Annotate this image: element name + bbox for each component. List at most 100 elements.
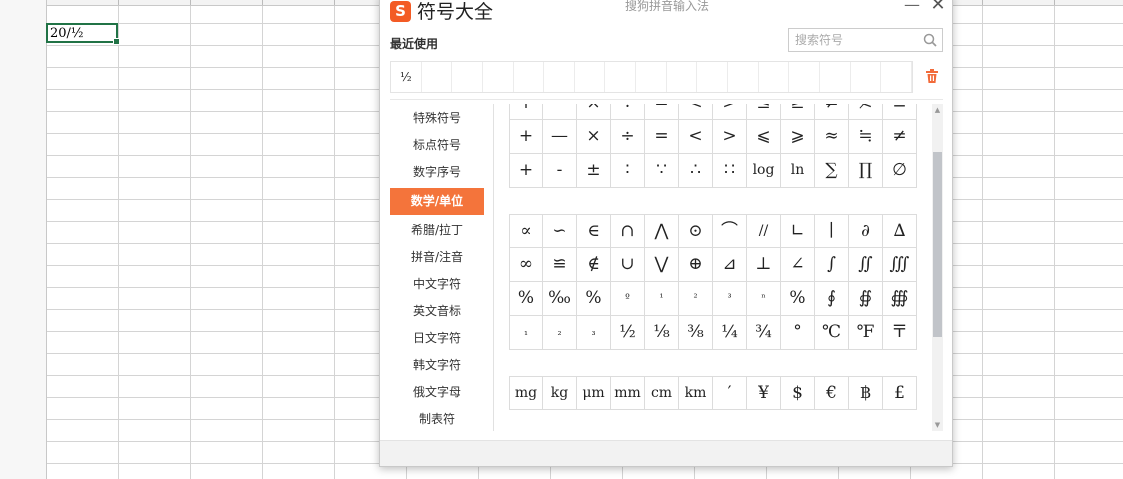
recent-symbol-cell[interactable] <box>789 62 820 92</box>
symbol-cell[interactable]: × <box>577 120 611 154</box>
symbol-cell[interactable]: ∑ <box>815 154 849 188</box>
symbol-cell[interactable]: ° <box>781 316 815 350</box>
recent-symbol-cell[interactable] <box>636 62 667 92</box>
symbol-cell[interactable]: ≠ <box>883 120 917 154</box>
recent-symbol-cell[interactable] <box>544 62 575 92</box>
scrollbar[interactable]: ▲ ▼ <box>932 104 943 431</box>
category-item[interactable]: 标点符号 <box>390 132 484 159</box>
symbol-cell[interactable]: ÷ <box>611 120 645 154</box>
recent-symbol-cell[interactable] <box>483 62 514 92</box>
symbol-cell[interactable]: = <box>645 120 679 154</box>
symbol-cell[interactable]: ⩽ <box>747 120 781 154</box>
symbol-cell[interactable]: º <box>611 282 645 316</box>
symbol-cell[interactable]: ⩾ <box>781 120 815 154</box>
symbol-cell[interactable]: // <box>747 214 781 248</box>
symbol-cell[interactable]: ∉ <box>577 248 611 282</box>
category-item[interactable]: 数学/单位 <box>390 188 484 215</box>
symbol-cell[interactable]: ∅ <box>883 154 917 188</box>
category-item[interactable]: 日文字符 <box>390 325 484 352</box>
symbol-cell[interactable]: ∟ <box>781 214 815 248</box>
search-input[interactable] <box>789 29 923 50</box>
symbol-cell[interactable]: ⅜ <box>679 316 713 350</box>
symbol-cell[interactable]: ⋁ <box>645 248 679 282</box>
symbol-cell[interactable]: ∵ <box>645 154 679 188</box>
symbol-cell[interactable]: ∴ <box>679 154 713 188</box>
category-item[interactable]: 希腊/拉丁 <box>390 217 484 244</box>
symbol-cell[interactable]: ℃ <box>815 316 849 350</box>
symbol-cell[interactable]: + <box>509 104 543 120</box>
symbol-cell[interactable]: - <box>543 154 577 188</box>
recent-symbol-cell[interactable] <box>667 62 698 92</box>
symbol-cell[interactable]: < <box>679 120 713 154</box>
symbol-cell[interactable]: ² <box>679 282 713 316</box>
symbol-cell[interactable]: ÷ <box>611 104 645 120</box>
symbol-cell[interactable]: ¹ <box>645 282 679 316</box>
symbol-cell[interactable]: ∰ <box>883 282 917 316</box>
recent-symbol-cell[interactable] <box>697 62 729 92</box>
recent-symbol-cell[interactable] <box>820 62 851 92</box>
symbol-cell[interactable]: mm <box>611 376 645 410</box>
symbol-cell[interactable]: > <box>713 120 747 154</box>
symbol-cell[interactable]: ∏ <box>849 154 883 188</box>
symbol-cell[interactable]: ฿ <box>849 376 883 410</box>
trash-icon[interactable] <box>925 69 939 83</box>
symbol-cell[interactable]: − <box>543 104 577 120</box>
symbol-cell[interactable]: ∯ <box>849 282 883 316</box>
symbol-cell[interactable]: £ <box>883 376 917 410</box>
category-item[interactable]: 制表符 <box>390 406 484 433</box>
symbol-cell[interactable]: ₂ <box>543 316 577 350</box>
symbol-cell[interactable]: ³ <box>713 282 747 316</box>
symbol-cell[interactable]: < <box>679 104 713 120</box>
symbol-cell[interactable]: ₃ <box>577 316 611 350</box>
symbol-cell[interactable]: ∪ <box>611 248 645 282</box>
symbol-search[interactable] <box>788 28 943 52</box>
recent-symbol-cell[interactable] <box>728 62 759 92</box>
symbol-cell[interactable]: % <box>781 282 815 316</box>
symbol-cell[interactable]: ∣ <box>815 214 849 248</box>
scroll-up-icon[interactable]: ▲ <box>933 105 942 115</box>
symbol-cell[interactable]: ≥ <box>781 104 815 120</box>
symbol-cell[interactable]: ≒ <box>849 120 883 154</box>
symbol-cell[interactable]: + <box>509 154 543 188</box>
category-item[interactable]: 数字序号 <box>390 159 484 186</box>
symbol-cell[interactable]: ℉ <box>849 316 883 350</box>
symbol-cell[interactable]: kg <box>543 376 577 410</box>
scroll-down-icon[interactable]: ▼ <box>933 420 942 430</box>
symbol-cell[interactable]: ≌ <box>543 248 577 282</box>
symbol-cell[interactable]: ∩ <box>611 214 645 248</box>
symbol-cell[interactable]: + <box>509 120 543 154</box>
recent-symbol-cell[interactable]: ½ <box>391 62 422 92</box>
symbol-cell[interactable]: ∽ <box>543 214 577 248</box>
symbol-cell[interactable]: ⅛ <box>645 316 679 350</box>
symbol-cell[interactable]: ∠ <box>781 248 815 282</box>
category-item[interactable]: 拼音/注音 <box>390 244 484 271</box>
symbol-cell[interactable]: ⁿ <box>747 282 781 316</box>
symbol-cell[interactable]: ∂ <box>849 214 883 248</box>
minimize-button[interactable]: — <box>902 0 922 16</box>
symbol-cell[interactable]: log <box>747 154 781 188</box>
symbol-cell[interactable]: $ <box>781 376 815 410</box>
symbol-cell[interactable]: ‰ <box>543 282 577 316</box>
symbol-cell[interactable]: € <box>815 376 849 410</box>
recent-symbol-cell[interactable] <box>851 62 882 92</box>
scroll-thumb[interactable] <box>933 152 942 337</box>
symbol-cell[interactable]: × <box>577 104 611 120</box>
symbol-cell[interactable]: ∭ <box>883 248 917 282</box>
symbol-cell[interactable]: ⊙ <box>679 214 713 248</box>
recent-symbol-cell[interactable] <box>575 62 606 92</box>
symbol-cell[interactable]: ± <box>577 154 611 188</box>
category-item[interactable]: 俄文字母 <box>390 379 484 406</box>
recent-symbol-cell[interactable] <box>514 62 545 92</box>
symbol-cell[interactable]: ₁ <box>509 316 543 350</box>
recent-symbol-cell[interactable] <box>452 62 483 92</box>
symbol-cell[interactable]: % <box>577 282 611 316</box>
symbol-cell[interactable]: ∈ <box>577 214 611 248</box>
symbol-cell[interactable]: > <box>713 104 747 120</box>
symbol-cell[interactable]: % <box>509 282 543 316</box>
symbol-cell[interactable]: ¾ <box>747 316 781 350</box>
symbol-cell[interactable]: cm <box>645 376 679 410</box>
symbol-cell[interactable]: km <box>679 376 713 410</box>
category-item[interactable]: 韩文字符 <box>390 352 484 379</box>
symbol-cell[interactable]: ∞ <box>509 248 543 282</box>
symbol-cell[interactable]: ∆ <box>883 214 917 248</box>
